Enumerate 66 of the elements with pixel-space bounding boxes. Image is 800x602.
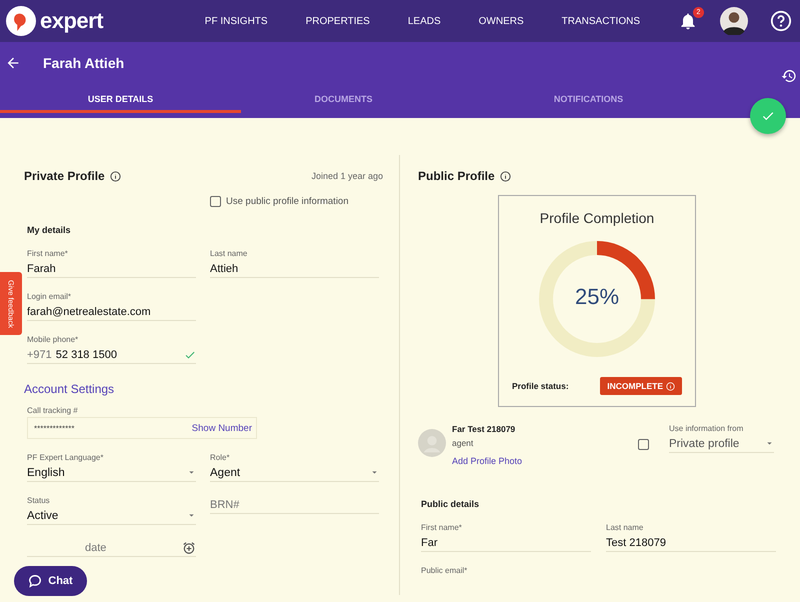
agent-role: agent: [452, 438, 474, 448]
chat-button[interactable]: Chat: [14, 566, 87, 596]
checkbox[interactable]: [210, 196, 221, 207]
nav-link[interactable]: PF INSIGHTS: [204, 16, 268, 26]
save-button[interactable]: [750, 98, 786, 134]
field-label: Last name: [210, 249, 248, 258]
input-field[interactable]: BRN#: [210, 496, 379, 514]
card-title: Profile Completion: [540, 210, 654, 226]
info-icon: [110, 170, 121, 182]
help-icon[interactable]: [770, 10, 792, 32]
alarm-add-icon: [182, 540, 196, 554]
show-number-link[interactable]: Show Number: [192, 422, 252, 434]
tab[interactable]: USER DETAILS: [0, 91, 241, 113]
logo-text: expert: [40, 8, 104, 34]
input-field[interactable]: Farah: [27, 260, 196, 278]
status-badge: INCOMPLETE: [600, 377, 682, 395]
logo-icon: [6, 6, 36, 36]
field-label: First name*: [421, 523, 463, 532]
nav-link[interactable]: PROPERTIES: [306, 16, 370, 26]
field-label: Role*: [210, 453, 231, 462]
page-title: Farah Attieh: [43, 55, 124, 71]
section-title: Account Settings: [24, 382, 116, 396]
field-label: PF Expert Language*: [27, 453, 104, 462]
status-label: Profile status:: [512, 381, 569, 391]
input-field[interactable]: Active: [27, 507, 196, 525]
back-arrow-icon[interactable]: [5, 55, 21, 71]
country-code: +971: [27, 348, 52, 360]
nav-link[interactable]: LEADS: [408, 16, 441, 26]
field-label: Public email*: [421, 566, 468, 575]
input-field[interactable]: Far: [421, 534, 591, 552]
section-title: Private Profile: [24, 169, 105, 183]
input-field[interactable]: +971 52 318 1500: [27, 346, 196, 364]
info-icon: [500, 170, 511, 182]
avatar-icon: [418, 429, 446, 457]
input-field[interactable]: English: [27, 464, 196, 482]
field-label: Login email*: [27, 292, 72, 301]
input-field[interactable]: farah@netrealestate.com: [27, 303, 196, 321]
checkbox-label: Use public profile information: [226, 196, 349, 207]
subsection-title: Public details: [421, 499, 480, 509]
joined-text: Joined 1 year ago: [311, 171, 383, 181]
input-field[interactable]: ************* Show Number: [27, 417, 257, 439]
input-field[interactable]: Test 218079: [606, 534, 776, 552]
input-field[interactable]: Agent: [210, 464, 379, 482]
field-label: Last name: [606, 523, 644, 532]
checkbox[interactable]: [638, 439, 649, 450]
field-label: Use information from: [669, 424, 744, 433]
add-photo-link[interactable]: Add Profile Photo: [452, 456, 522, 466]
info-icon: [666, 382, 675, 390]
dropdown[interactable]: Private profile: [669, 435, 774, 453]
input-field[interactable]: date: [27, 539, 196, 557]
field-label: Call tracking #: [27, 406, 79, 415]
section-title: Public Profile: [418, 169, 495, 183]
nav-link[interactable]: TRANSACTIONS: [562, 16, 640, 26]
field-label: Status: [27, 496, 51, 505]
avatar-icon[interactable]: [720, 7, 748, 35]
field-label: Mobile phone*: [27, 335, 80, 344]
tab[interactable]: DOCUMENTS: [241, 91, 446, 113]
chat-bubble-icon: [28, 574, 42, 588]
input-field[interactable]: Attieh: [210, 260, 379, 278]
field-label: First name*: [27, 249, 69, 258]
agent-name: Far Test 218079: [452, 424, 516, 434]
history-icon[interactable]: [781, 68, 797, 84]
nav-link[interactable]: OWNERS: [478, 16, 524, 26]
percent-value: 25%: [574, 284, 620, 310]
tab[interactable]: NOTIFICATIONS: [446, 91, 731, 113]
subsection-title: My details: [27, 225, 72, 235]
